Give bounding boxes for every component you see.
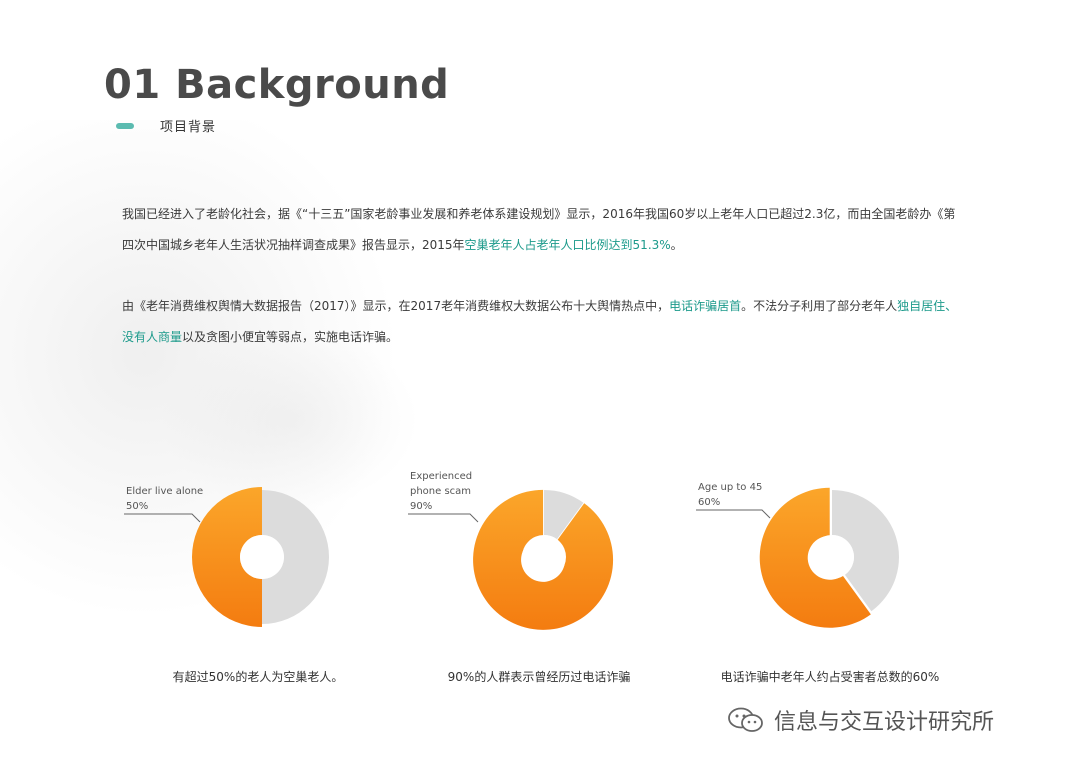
chart-label: 60% xyxy=(698,497,720,508)
chart-label: Age up to 45 xyxy=(698,482,762,493)
chart-label: 90% xyxy=(410,501,432,512)
chart-caption-3: 电话诈骗中老年人约占受害者总数的60% xyxy=(720,670,940,684)
leader-line xyxy=(124,513,201,523)
chart-label: Elder live alone xyxy=(126,486,203,497)
chart-label: 50% xyxy=(126,501,148,512)
watermark: 信息与交互设计研究所 xyxy=(726,704,994,736)
donut-charts: Elder live alone 50% Experienced phone scam… xyxy=(124,471,899,630)
wechat-icon xyxy=(728,707,763,732)
chart-caption-1: 有超过50%的老人为空巢老人。 xyxy=(172,670,344,684)
chart-label: phone scam xyxy=(410,486,471,497)
watermark-text: 信息与交互设计研究所 xyxy=(774,710,995,735)
chart-label: Experienced xyxy=(410,471,472,482)
donut-hole xyxy=(522,535,566,579)
donut-hole xyxy=(810,535,854,579)
leader-line xyxy=(408,513,479,523)
donut-hole xyxy=(240,535,284,579)
chart-caption-2: 90%的人群表示曾经历过电话诈骗 xyxy=(447,670,631,684)
leader-line xyxy=(696,509,771,519)
